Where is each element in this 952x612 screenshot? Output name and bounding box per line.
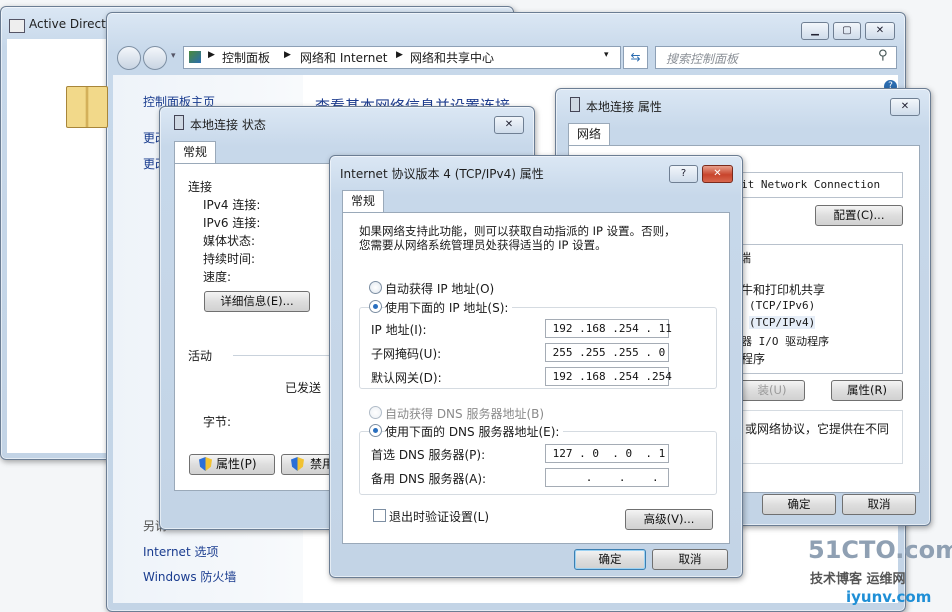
breadcrumb-sharing-center[interactable]: 网络和共享中心 bbox=[410, 49, 494, 66]
list-item[interactable]: 牛和打印机共享 bbox=[741, 281, 825, 298]
subnet-mask-field[interactable]: 255 .255 .255 . 0 bbox=[545, 343, 669, 362]
ok-button[interactable]: 确定 bbox=[574, 549, 646, 570]
manual-ip-radio[interactable] bbox=[369, 300, 382, 313]
auto-ip-label[interactable]: 自动获得 IP 地址(O) bbox=[385, 280, 494, 297]
close-button[interactable]: ✕ bbox=[890, 98, 920, 116]
list-item[interactable]: (TCP/IPv6) bbox=[749, 299, 815, 312]
bytes-label: 字节: bbox=[203, 415, 232, 429]
address-bar[interactable]: ▶ 控制面板 ▶ 网络和 Internet ▶ 网络和共享中心 ▾ bbox=[183, 46, 621, 69]
search-input[interactable]: 搜索控制面板 ⚲ bbox=[655, 46, 897, 69]
help-button[interactable]: ? bbox=[669, 165, 698, 183]
ipv4-dialog: Internet 协议版本 4 (TCP/IPv4) 属性 ? ✕ 常规 如果网… bbox=[329, 155, 743, 578]
duration-label: 持续时间: bbox=[203, 252, 256, 266]
dialog-title: 本地连接 状态 bbox=[190, 118, 266, 132]
close-button[interactable]: ✕ bbox=[494, 116, 524, 134]
properties-button[interactable]: 属性(P) bbox=[189, 454, 275, 475]
divider bbox=[233, 355, 343, 356]
cancel-button[interactable]: 取消 bbox=[652, 549, 728, 570]
list-item[interactable]: 程序 bbox=[741, 350, 765, 367]
breadcrumb-control-panel[interactable]: 控制面板 bbox=[222, 49, 270, 66]
alternate-dns-label: 备用 DNS 服务器(A): bbox=[371, 472, 487, 486]
uninstall-button[interactable]: 装(U) bbox=[739, 380, 805, 401]
ip-address-label: IP 地址(I): bbox=[371, 323, 427, 337]
sidebar-link-firewall[interactable]: Windows 防火墙 bbox=[143, 568, 236, 585]
sidebar-link-internet-options[interactable]: Internet 选项 bbox=[143, 543, 218, 560]
maximize-button[interactable]: ▢ bbox=[833, 22, 861, 40]
ipv4-label: IPv4 连接: bbox=[203, 198, 261, 212]
manual-ip-label[interactable]: 使用下面的 IP 地址(S): bbox=[385, 299, 513, 316]
shield-icon bbox=[199, 457, 212, 471]
list-item[interactable]: 器 I/O 驱动程序 bbox=[741, 333, 829, 349]
chevron-down-icon[interactable]: ▾ bbox=[604, 50, 609, 60]
minimize-button[interactable]: ▁ bbox=[801, 22, 829, 40]
preferred-dns-field[interactable]: 127 . 0 . 0 . 1 bbox=[545, 444, 669, 463]
validate-checkbox[interactable] bbox=[373, 509, 386, 522]
description-text: 或网络协议，它提供在不同 bbox=[745, 422, 890, 436]
back-button[interactable] bbox=[117, 46, 141, 70]
sent-label: 已发送 bbox=[285, 381, 322, 395]
auto-dns-label[interactable]: 自动获得 DNS 服务器地址(B) bbox=[385, 405, 544, 422]
ok-button[interactable]: 确定 bbox=[762, 494, 836, 515]
preferred-dns-label: 首选 DNS 服务器(P): bbox=[371, 448, 486, 462]
watermark-line-3: iyunv.com bbox=[846, 588, 932, 606]
gateway-field[interactable]: 192 .168 .254 .254 bbox=[545, 367, 672, 386]
forward-button[interactable] bbox=[143, 46, 167, 70]
breadcrumb-arrow-icon: ▶ bbox=[284, 50, 291, 60]
ip-address-field[interactable]: 192 .168 .254 . 11 bbox=[545, 319, 672, 338]
auto-dns-radio[interactable] bbox=[369, 406, 382, 419]
speed-label: 速度: bbox=[203, 270, 232, 284]
search-icon[interactable]: ⚲ bbox=[878, 48, 888, 63]
advanced-button[interactable]: 高级(V)... bbox=[625, 509, 713, 530]
activity-section: 活动 bbox=[188, 349, 213, 363]
dialog-title: 本地连接 属性 bbox=[586, 100, 662, 114]
watermark-line-1: 51CTO.com bbox=[808, 536, 952, 564]
breadcrumb-arrow-icon: ▶ bbox=[208, 50, 215, 60]
intro-line-2: 您需要从网络系统管理员处获得适当的 IP 设置。 bbox=[359, 238, 607, 252]
window-title: Active Directo bbox=[29, 17, 114, 31]
configure-button[interactable]: 配置(C)... bbox=[815, 205, 903, 226]
manual-dns-radio[interactable] bbox=[369, 424, 382, 437]
watermark: 51CTO.com 技术博客 运维网 iyunv.com bbox=[808, 536, 952, 608]
tab-panel: 如果网络支持此功能，则可以获取自动指派的 IP 设置。否则， 您需要从网络系统管… bbox=[342, 212, 730, 544]
book-icon bbox=[66, 86, 108, 128]
connection-section: 连接 bbox=[188, 180, 213, 194]
list-item[interactable]: (TCP/IPv4) bbox=[749, 316, 816, 329]
properties-button-label: 属性(P) bbox=[216, 457, 257, 471]
validate-label[interactable]: 退出时验证设置(L) bbox=[389, 508, 489, 525]
app-icon bbox=[9, 19, 25, 33]
alternate-dns-field[interactable]: . . . bbox=[545, 468, 669, 487]
shield-icon bbox=[291, 457, 304, 471]
details-button[interactable]: 详细信息(E)... bbox=[204, 291, 310, 312]
manual-dns-label[interactable]: 使用下面的 DNS 服务器地址(E): bbox=[385, 423, 564, 440]
refresh-button[interactable]: ⇆ bbox=[623, 46, 648, 69]
auto-ip-radio[interactable] bbox=[369, 281, 382, 294]
cancel-button[interactable]: 取消 bbox=[842, 494, 916, 515]
search-placeholder: 搜索控制面板 bbox=[666, 52, 739, 66]
tab-general[interactable]: 常规 bbox=[342, 190, 385, 212]
media-label: 媒体状态: bbox=[203, 234, 256, 248]
dialog-title: Internet 协议版本 4 (TCP/IPv4) 属性 bbox=[340, 167, 544, 181]
tab-general[interactable]: 常规 bbox=[174, 141, 217, 163]
control-panel-icon bbox=[189, 51, 201, 63]
watermark-line-2: 技术博客 运维网 bbox=[810, 572, 906, 587]
network-icon bbox=[570, 97, 580, 112]
ipv6-label: IPv6 连接: bbox=[203, 216, 261, 230]
subnet-mask-label: 子网掩码(U): bbox=[371, 347, 442, 361]
chevron-down-icon[interactable]: ▾ bbox=[171, 51, 176, 61]
gateway-label: 默认网关(D): bbox=[371, 371, 442, 385]
breadcrumb-arrow-icon: ▶ bbox=[396, 50, 403, 60]
close-button[interactable]: ✕ bbox=[865, 22, 895, 40]
close-button[interactable]: ✕ bbox=[702, 165, 733, 183]
adapter-name: it Network Connection bbox=[741, 178, 881, 191]
tab-network[interactable]: 网络 bbox=[568, 123, 611, 145]
properties-button[interactable]: 属性(R) bbox=[831, 380, 903, 401]
breadcrumb-network-internet[interactable]: 网络和 Internet bbox=[300, 49, 387, 66]
network-icon bbox=[174, 115, 184, 130]
